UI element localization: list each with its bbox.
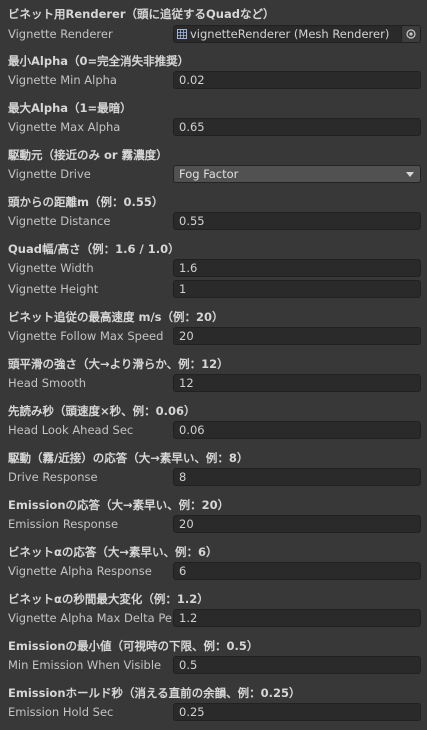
vignette-alpha-response-label: Vignette Alpha Response — [8, 564, 152, 578]
emission-hold-sec-field[interactable]: 0.25 — [173, 703, 421, 721]
section-header-alpha-max-delta: ビネットαの秒間最大変化（例：1.2） — [8, 592, 209, 606]
inspector-panel: ビネット用Renderer（頭に追従するQuadなど） Vignette Ren… — [0, 0, 427, 730]
section-header-look-ahead: 先読み秒（頭速度×秒、例：0.06） — [8, 404, 196, 418]
section-header-emission-hold: Emissionホールド秒（消える直前の余韻、例：0.25） — [8, 686, 301, 700]
vignette-min-alpha-field[interactable]: 0.02 — [173, 71, 421, 89]
section-header-drive: 駆動元（接近のみ or 霧濃度） — [8, 148, 168, 162]
vignette-alpha-max-delta-field[interactable]: 1.2 — [173, 609, 421, 627]
vignette-renderer-value: vignetteRenderer (Mesh Renderer) — [190, 27, 390, 41]
vignette-alpha-response-field[interactable]: 6 — [173, 562, 421, 580]
section-header-follow-speed: ビネット追従の最高速度 m/s（例：20） — [8, 310, 224, 324]
vignette-height-label: Vignette Height — [8, 282, 99, 296]
vignette-width-label: Vignette Width — [8, 261, 94, 275]
vignette-height-field[interactable]: 1 — [173, 280, 421, 298]
head-smooth-field[interactable]: 12 — [173, 374, 421, 392]
section-header-head-smooth: 頭平滑の強さ（大→より滑らか、例：12） — [8, 357, 229, 371]
head-smooth-label: Head Smooth — [8, 376, 87, 390]
vignette-follow-max-speed-field[interactable]: 20 — [173, 327, 421, 345]
section-header-distance: 頭からの距離m（例：0.55） — [8, 195, 164, 209]
vignette-max-alpha-field[interactable]: 0.65 — [173, 118, 421, 136]
section-header-renderer: ビネット用Renderer（頭に追従するQuadなど） — [8, 7, 275, 21]
min-emission-when-visible-label: Min Emission When Visible — [8, 658, 162, 672]
section-header-min-alpha: 最小Alpha（0=完全消失非推奨） — [8, 54, 190, 68]
section-header-emission-response: Emissionの応答（大→素早い、例：20） — [8, 498, 230, 512]
vignette-min-alpha-label: Vignette Min Alpha — [8, 73, 117, 87]
vignette-renderer-field[interactable]: vignetteRenderer (Mesh Renderer) — [173, 25, 421, 43]
head-look-ahead-label: Head Look Ahead Sec — [8, 423, 134, 437]
vignette-max-alpha-label: Vignette Max Alpha — [8, 120, 121, 134]
emission-hold-sec-label: Emission Hold Sec — [8, 705, 114, 719]
section-header-min-emission: Emissionの最小値（可視時の下限、例：0.5） — [8, 639, 259, 653]
vignette-drive-label: Vignette Drive — [8, 167, 91, 181]
vignette-drive-value: Fog Factor — [179, 167, 239, 181]
section-header-drive-response: 駆動（霧/近接）の応答（大→素早い、例：8） — [8, 451, 249, 465]
section-header-alpha-response: ビネットαの応答（大→素早い、例：6） — [8, 545, 218, 559]
head-look-ahead-field[interactable]: 0.06 — [173, 421, 421, 439]
vignette-renderer-label: Vignette Renderer — [8, 27, 113, 41]
object-picker-icon — [406, 29, 416, 39]
vignette-follow-max-speed-label: Vignette Follow Max Speed — [8, 329, 164, 343]
min-emission-when-visible-field[interactable]: 0.5 — [173, 656, 421, 674]
emission-response-field[interactable]: 20 — [173, 515, 421, 533]
mesh-renderer-icon — [177, 29, 187, 39]
object-picker-button[interactable] — [401, 26, 420, 42]
drive-response-field[interactable]: 8 — [173, 468, 421, 486]
emission-response-label: Emission Response — [8, 517, 119, 531]
drive-response-label: Drive Response — [8, 470, 98, 484]
vignette-distance-field[interactable]: 0.55 — [173, 212, 421, 230]
vignette-width-field[interactable]: 1.6 — [173, 259, 421, 277]
vignette-alpha-max-delta-label: Vignette Alpha Max Delta Per — [8, 611, 177, 625]
section-header-quad-size: Quad幅/高さ（例：1.6 / 1.0） — [8, 242, 180, 256]
vignette-distance-label: Vignette Distance — [8, 214, 111, 228]
section-header-max-alpha: 最大Alpha（1=最暗） — [8, 101, 132, 115]
dropdown-arrow-icon — [406, 172, 414, 177]
vignette-drive-dropdown[interactable]: Fog Factor — [173, 165, 421, 183]
